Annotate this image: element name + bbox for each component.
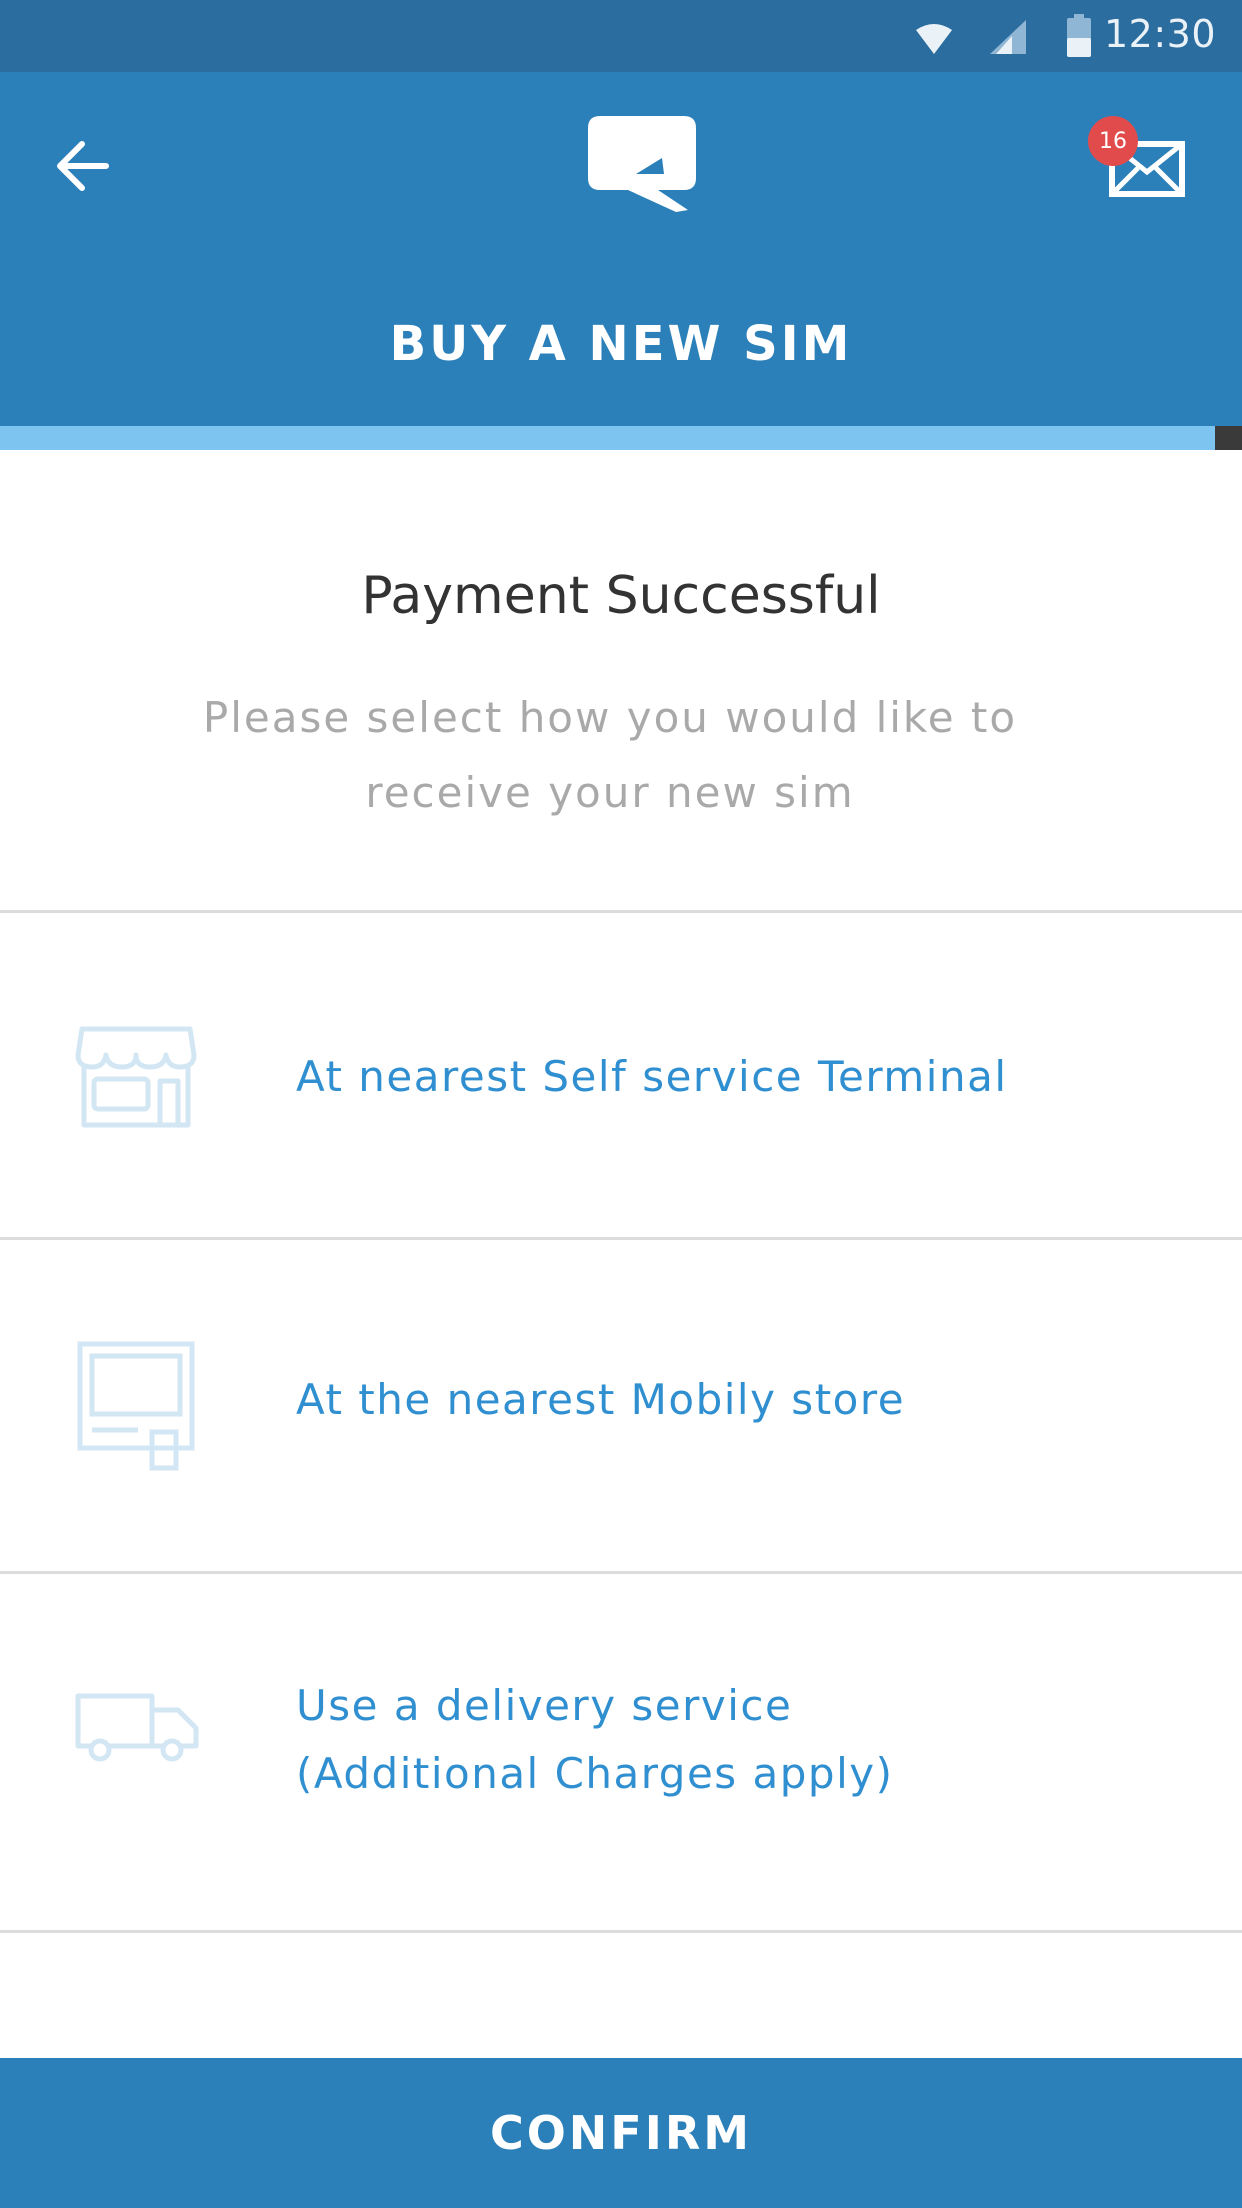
option-label: Use a delivery service: [296, 1681, 793, 1730]
progress-bar: [0, 426, 1242, 450]
confirm-button[interactable]: CONFIRM: [0, 2058, 1242, 2208]
app-header: 16 BUY A NEW SIM: [0, 72, 1242, 426]
status-bar: 12:30: [0, 0, 1242, 72]
option-delivery-service[interactable]: Use a delivery service (Additional Charg…: [0, 1574, 1242, 1930]
battery-icon: [1067, 14, 1091, 57]
option-label: At nearest Self service Terminal: [296, 1052, 1008, 1101]
arrow-left-icon[interactable]: [48, 128, 124, 204]
payment-status-heading: Payment Successful: [361, 566, 881, 626]
storefront-icon: [75, 1026, 197, 1128]
kiosk-terminal-icon: [77, 1341, 195, 1471]
signal-icon: [990, 20, 1026, 54]
unread-count-badge: 16: [1088, 116, 1138, 166]
mobily-logo-icon: [588, 116, 696, 212]
option-label-note: (Additional Charges apply): [296, 1749, 894, 1798]
delivery-truck-icon: [75, 1693, 199, 1762]
progress-bar-fill: [0, 426, 1215, 450]
status-time: 12:30: [1103, 12, 1216, 56]
option-label: At the nearest Mobily store: [296, 1375, 906, 1424]
option-mobily-store[interactable]: At the nearest Mobily store: [0, 1240, 1242, 1571]
instruction-text: Please select how you would like to rece…: [202, 693, 1018, 817]
wifi-icon: [916, 24, 952, 54]
option-self-service-terminal[interactable]: At nearest Self service Terminal: [0, 913, 1242, 1237]
page-title: BUY A NEW SIM: [389, 316, 853, 372]
divider: [0, 1930, 1242, 1933]
